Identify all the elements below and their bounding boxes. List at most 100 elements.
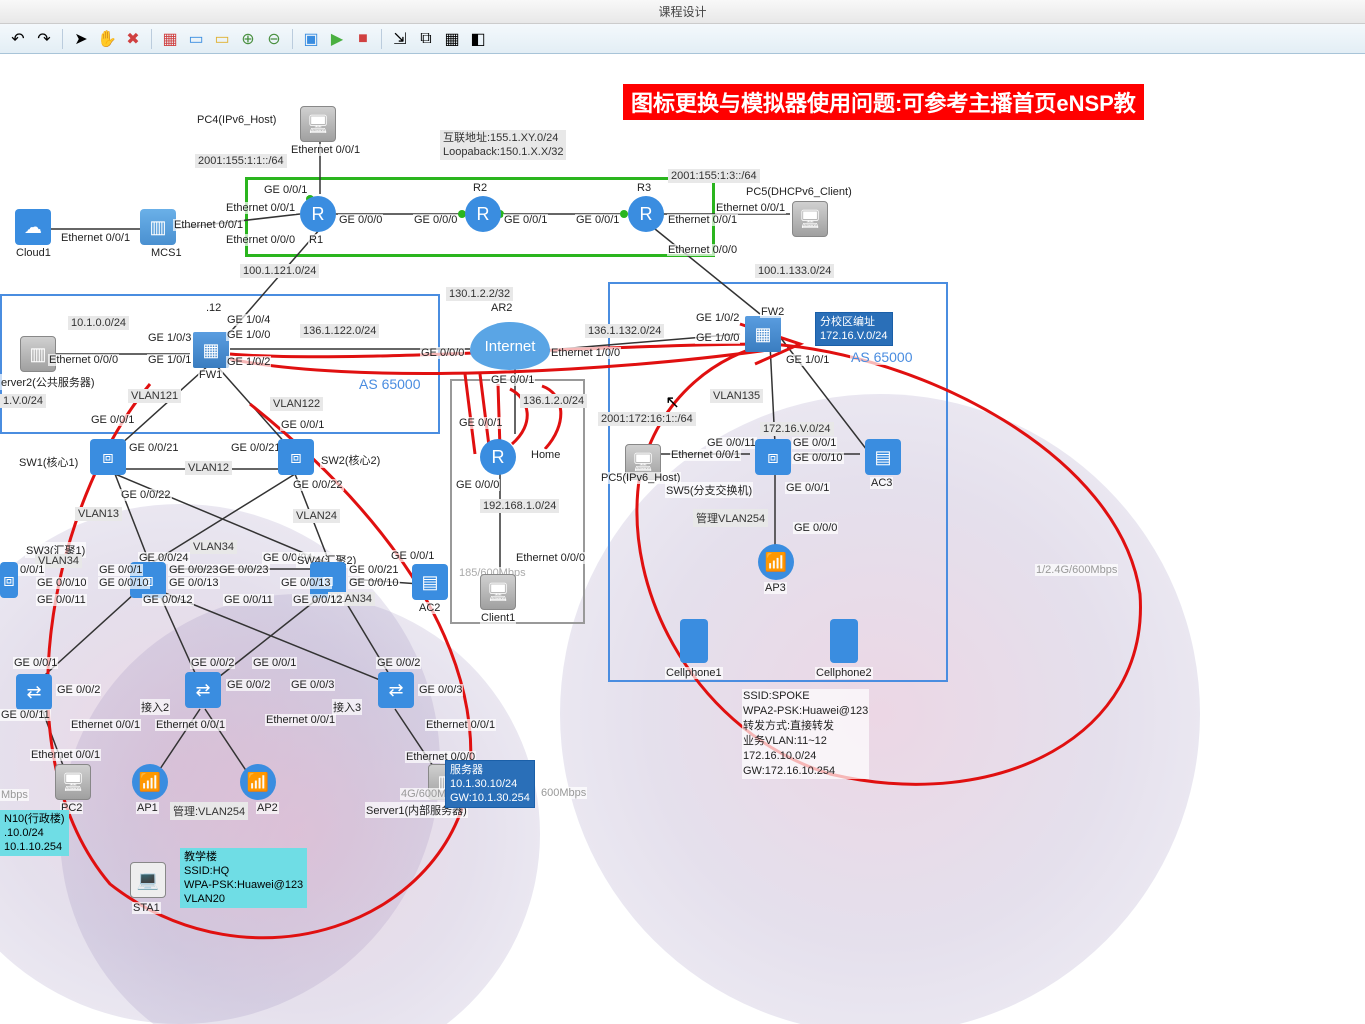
sw3b-icon[interactable]: ⧈ xyxy=(0,562,18,598)
text-button[interactable]: ▭ xyxy=(184,27,208,51)
align-button[interactable]: ⇲ xyxy=(388,27,412,51)
ssid-hq: 教学楼SSID:HQ WPA-PSK:Huawei@123VLAN20 xyxy=(180,848,307,908)
if-label: Ethernet 0/0/1 xyxy=(425,719,496,731)
if-label: GE 0/0/3 xyxy=(290,679,335,691)
sw5-icon[interactable]: ⧈ xyxy=(755,439,791,475)
r1-icon[interactable]: R xyxy=(300,196,336,232)
cell2-icon[interactable] xyxy=(830,619,858,663)
rect-button[interactable]: ▭ xyxy=(210,27,234,51)
grid-button[interactable]: ▦ xyxy=(440,27,464,51)
if-label: GE 0/0/0 xyxy=(338,214,383,226)
stop-button[interactable]: ■ xyxy=(351,27,375,51)
if-label: Ethernet 0/0/1 xyxy=(155,719,226,731)
annotate-button[interactable]: ▦ xyxy=(158,27,182,51)
net-label: 136.1.2.0/24 xyxy=(520,394,587,408)
sta1-icon[interactable]: 💻 xyxy=(130,862,166,898)
dark-button[interactable]: ◧ xyxy=(466,27,490,51)
sw1-icon[interactable]: ⧈ xyxy=(90,439,126,475)
r3-icon[interactable]: R xyxy=(628,196,664,232)
if-label: Ethernet 0/0/1 xyxy=(265,714,336,726)
access1-icon[interactable]: ⇄ xyxy=(16,674,52,710)
pc5dhcp-label: PC5(DHCPv6_Client) xyxy=(745,186,853,198)
if-label: Ethernet 0/0/1 xyxy=(173,219,244,231)
ac2-icon[interactable]: ▤ xyxy=(412,564,448,600)
if-label: Ethernet 0/0/1 xyxy=(667,214,738,226)
redo-button[interactable]: ↷ xyxy=(32,27,56,51)
if-label: GE 0/0/22 xyxy=(292,479,344,491)
vlan-label: VLAN13 xyxy=(75,507,122,521)
mcs1-icon[interactable]: ▥ xyxy=(140,209,176,245)
if-label: GE 0/0/1 xyxy=(252,657,297,669)
if-label: Ethernet 1/0/0 xyxy=(550,347,621,359)
ac3-label: AC3 xyxy=(870,477,893,489)
undo-button[interactable]: ↶ xyxy=(6,27,30,51)
cell2-label: Cellphone2 xyxy=(815,667,873,679)
access2-label: 接入2 xyxy=(140,699,170,715)
if-label: GE 0/0/21 xyxy=(348,564,400,576)
ap1-icon[interactable]: 📶 xyxy=(132,764,168,800)
fw1-icon[interactable]: ▦ xyxy=(193,332,229,368)
home-icon[interactable]: R xyxy=(480,439,516,475)
vlan-label: 管理VLAN254 xyxy=(693,509,768,527)
delete-button[interactable]: ✖ xyxy=(121,27,145,51)
server-info: 服务器10.1.30.10/24GW:10.1.30.254 xyxy=(445,760,535,808)
net-label: 130.1.2.2/32 xyxy=(446,287,513,301)
play-button[interactable]: ▶ xyxy=(325,27,349,51)
zoomin-button[interactable]: ⊕ xyxy=(236,27,260,51)
if-label: Ethernet 0/0/1 xyxy=(670,449,741,461)
if-label: GE 0/0/21 xyxy=(128,442,180,454)
sw2-label: SW2(核心2) xyxy=(320,452,381,468)
if-label: GE 0/0/1 xyxy=(792,437,837,449)
net-label: 100.1.133.0/24 xyxy=(755,264,834,278)
if-label: GE 0/0/11 xyxy=(223,594,274,606)
client1-icon[interactable]: 🖥 xyxy=(480,574,516,610)
server2-label: erver2(公共服务器) xyxy=(0,374,96,390)
fw2-icon[interactable]: ▦ xyxy=(745,316,781,352)
ap3-label: AP3 xyxy=(764,582,787,594)
ap1-label: AP1 xyxy=(136,802,159,814)
sta1-label: STA1 xyxy=(132,902,161,914)
speed-label: 600Mbps xyxy=(540,787,587,799)
topology-canvas[interactable]: 图标更换与模拟器使用问题:可参考主播首页eNSP教 ☁ Cloud1 Ether… xyxy=(0,54,1365,1024)
net-label: 2001:172:16:1::/64 xyxy=(598,412,696,426)
cloud1-icon[interactable]: ☁ xyxy=(15,209,51,245)
cell1-icon[interactable] xyxy=(680,619,708,663)
access2-icon[interactable]: ⇄ xyxy=(185,672,221,708)
if-label: GE 0/0/10 xyxy=(98,577,150,589)
if-label: GE 0/0/12 xyxy=(292,594,344,606)
ap2-icon[interactable]: 📶 xyxy=(240,764,276,800)
fw2-label: FW2 xyxy=(760,306,785,318)
pc5dhcp-icon[interactable]: 🖥 xyxy=(792,201,828,237)
if-label: Ethernet 0/0/0 xyxy=(667,244,738,256)
zoomout-button[interactable]: ⊖ xyxy=(262,27,286,51)
if-label: GE 0/0/0 xyxy=(413,214,458,226)
if-label: GE 1/0/4 xyxy=(226,314,271,326)
r1-label: R1 xyxy=(308,234,324,246)
wifi-24g: 1/2.4G/600Mbps xyxy=(1035,564,1118,576)
cloud1-label: Cloud1 xyxy=(15,247,52,259)
if-label: GE 0/0/2 xyxy=(376,657,421,669)
r2-icon[interactable]: R xyxy=(465,196,501,232)
vlan-label: 管理:VLAN254 xyxy=(170,802,248,820)
pc4-icon[interactable]: 🖥 xyxy=(300,106,336,142)
ap3-icon[interactable]: 📶 xyxy=(758,544,794,580)
if-label: GE 0/0/13 xyxy=(168,577,220,589)
vlan10-box: N10(行政楼).10.0/2410.1.10.254 xyxy=(0,810,69,856)
fit-button[interactable]: ▣ xyxy=(299,27,323,51)
group-button[interactable]: ⧉ xyxy=(414,27,438,51)
if-label: GE 0/0/23 xyxy=(168,564,220,576)
pc2-icon[interactable]: 🖥 xyxy=(55,764,91,800)
ar2-label: AR2 xyxy=(490,302,513,314)
sw2-icon[interactable]: ⧈ xyxy=(278,439,314,475)
ac3-icon[interactable]: ▤ xyxy=(865,439,901,475)
vlan-label: VLAN34 xyxy=(190,540,237,554)
if-label: GE 0/0/13 xyxy=(280,577,332,589)
vlan-label: VLAN24 xyxy=(293,509,340,523)
access3-icon[interactable]: ⇄ xyxy=(378,672,414,708)
hand-button[interactable]: ✋ xyxy=(95,27,119,51)
internet-icon[interactable]: Internet xyxy=(470,322,550,370)
r2-label: R2 xyxy=(472,182,488,194)
mcs1-label: MCS1 xyxy=(150,247,183,259)
interlink: 互联地址:155.1.XY.0/24Loopaback:150.1.X.X/32 xyxy=(440,130,566,160)
select-button[interactable]: ➤ xyxy=(69,27,93,51)
